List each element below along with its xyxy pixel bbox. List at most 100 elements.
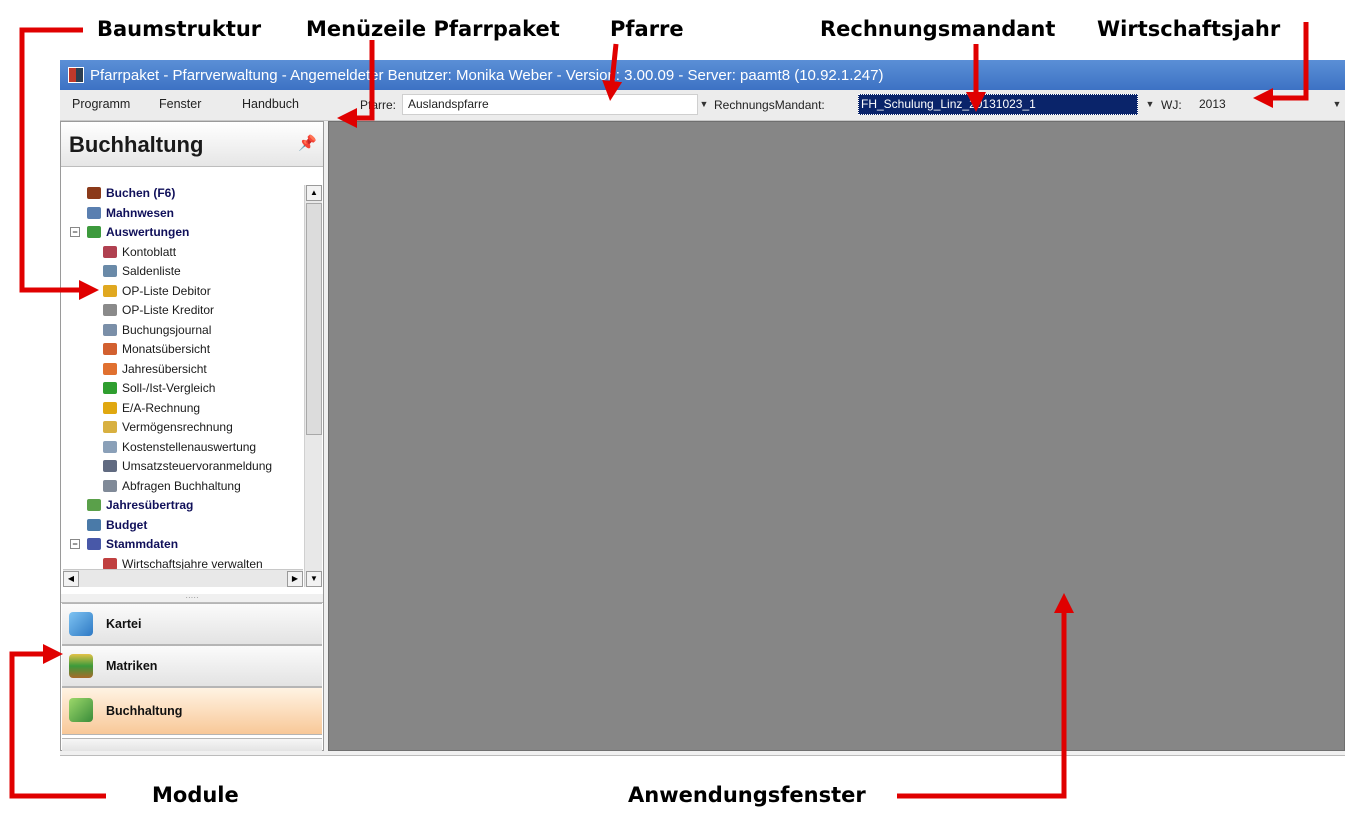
menu-programm[interactable]: Programm: [72, 97, 130, 111]
tree-item-label: E/A-Rechnung: [122, 400, 201, 415]
collapse-icon[interactable]: −: [70, 539, 80, 549]
pen-icon: [103, 245, 117, 258]
wj-dropdown-icon[interactable]: ▼: [1330, 94, 1344, 115]
database-icon: [87, 538, 101, 550]
scroll-right-icon[interactable]: ▶: [287, 571, 303, 587]
annotation-module: Module: [152, 783, 239, 807]
collapse-icon[interactable]: −: [70, 227, 80, 237]
tree-item[interactable]: Jahresübersicht: [103, 360, 207, 378]
menu-handbuch[interactable]: Handbuch: [242, 97, 299, 111]
chart-icon: [87, 226, 101, 238]
tree-item[interactable]: Saldenliste: [103, 262, 181, 280]
eye-icon: [87, 206, 101, 219]
tree-item-label: Monatsübersicht: [122, 342, 211, 356]
tree-item[interactable]: Mahnwesen: [87, 204, 174, 222]
wj-label: WJ:: [1161, 98, 1182, 112]
title-bar[interactable]: Pfarrpaket - Pfarrverwaltung - Angemelde…: [60, 60, 1345, 90]
tree-item[interactable]: OP-Liste Debitor: [103, 282, 211, 300]
tree-item[interactable]: Kontoblatt: [103, 243, 176, 261]
tree-item[interactable]: Umsatzsteuervoranmeldung: [103, 457, 272, 475]
pfarre-label: Pfarre:: [360, 98, 397, 112]
module-label: Buchhaltung: [106, 704, 183, 718]
tree-vertical-scrollbar[interactable]: ▲ ▼: [304, 185, 322, 587]
scroll-thumb[interactable]: [306, 203, 322, 435]
transfer-icon: [87, 499, 101, 511]
folder-gray-icon: [103, 304, 117, 316]
annotation-anwendungsfenster: Anwendungsfenster: [628, 783, 866, 807]
wj-select[interactable]: 2013: [1193, 94, 1333, 115]
menu-fenster[interactable]: Fenster: [159, 97, 201, 111]
book-icon: [87, 187, 101, 199]
pfarre-dropdown-icon[interactable]: ▼: [697, 94, 711, 115]
tree-item[interactable]: − Auswertungen: [70, 223, 190, 241]
percent-icon: [103, 460, 117, 472]
tree-item[interactable]: Buchungsjournal: [103, 321, 211, 339]
tree-item-label: Stammdaten: [106, 537, 179, 551]
mandant-dropdown-icon[interactable]: ▼: [1143, 94, 1157, 115]
tree-item[interactable]: E/A-Rechnung: [103, 399, 200, 417]
scroll-down-icon[interactable]: ▼: [306, 571, 322, 587]
module-label: Kartei: [106, 617, 142, 631]
calendar-icon: [103, 343, 117, 355]
application-workspace[interactable]: [328, 121, 1345, 751]
module-label: Matriken: [106, 659, 158, 673]
pin-icon[interactable]: 📌: [298, 134, 317, 152]
tree-item-label: Kostenstellenauswertung: [122, 439, 257, 454]
matriken-icon: [69, 654, 93, 678]
tree-item[interactable]: OP-Liste Kreditor: [103, 301, 214, 319]
scroll-up-icon[interactable]: ▲: [306, 185, 322, 201]
coin-icon: [103, 401, 117, 414]
tree-item-label: Saldenliste: [122, 264, 181, 278]
scale-icon: [103, 265, 117, 277]
tree-item[interactable]: Monatsübersicht: [103, 340, 210, 358]
tree-item-label: Budget: [106, 517, 148, 532]
tree-item-label: Umsatzsteuervoranmeldung: [122, 459, 273, 473]
mandant-label: RechnungsMandant:: [714, 98, 825, 112]
panel-title: Buchhaltung: [69, 132, 204, 157]
check-icon: [103, 382, 117, 394]
module-matriken[interactable]: Matriken: [62, 645, 322, 687]
tree-item-label: Mahnwesen: [106, 205, 175, 220]
tree-item-label: Kontoblatt: [122, 244, 177, 259]
tree-item-label: Vermögensrechnung: [122, 420, 233, 434]
tree-item-label: Jahresübersicht: [122, 361, 207, 376]
calendar-red-icon: [103, 362, 117, 375]
tree-item-label: Soll-/Ist-Vergleich: [122, 381, 216, 395]
tree-item[interactable]: − Stammdaten: [70, 535, 179, 553]
tree-item-label: Abfragen Buchhaltung: [122, 478, 241, 493]
tree-item-label: OP-Liste Debitor: [122, 283, 211, 298]
folder-icon: [103, 284, 117, 297]
tree-item[interactable]: Budget: [87, 516, 147, 534]
tree-item[interactable]: Soll-/Ist-Vergleich: [103, 379, 215, 397]
buchhaltung-icon: [69, 698, 93, 722]
budget-icon: [87, 518, 101, 531]
annotation-rechnungsmandant: Rechnungsmandant: [820, 17, 1056, 41]
tree-item[interactable]: Abfragen Buchhaltung: [103, 477, 241, 495]
tree-item-label: Buchungsjournal: [122, 322, 212, 337]
panel-header: Buchhaltung 📌: [61, 122, 323, 167]
tree-item-label: OP-Liste Kreditor: [122, 303, 215, 317]
annotation-wirtschaftsjahr: Wirtschaftsjahr: [1097, 17, 1281, 41]
tree-item[interactable]: Vermögensrechnung: [103, 418, 233, 436]
tree-item-label: Jahresübertrag: [106, 498, 194, 512]
module-buchhaltung[interactable]: Buchhaltung: [62, 687, 322, 735]
tree-item[interactable]: Buchen (F6): [87, 184, 175, 202]
app-logo-icon: [68, 67, 84, 83]
scroll-left-icon[interactable]: ◀: [63, 571, 79, 587]
annotation-baumstruktur: Baumstruktur: [97, 17, 262, 41]
navigation-panel: Buchhaltung 📌 Buchen (F6) Mahnwesen − Auswe…: [60, 121, 324, 751]
tree-item[interactable]: Jahresübertrag: [87, 496, 193, 514]
journal-icon: [103, 323, 117, 336]
tree-horizontal-scrollbar[interactable]: ◀ ▶: [63, 569, 303, 587]
calendar-day-icon: [103, 557, 117, 570]
bag-icon: [103, 421, 117, 433]
mandant-select[interactable]: FH_Schulung_Linz_20131023_1: [858, 94, 1138, 115]
tree-item[interactable]: Kostenstellenauswertung: [103, 438, 256, 456]
module-kartei[interactable]: Kartei: [62, 603, 322, 645]
tree-item-label: Auswertungen: [106, 225, 190, 239]
annotation-menuezeile: Menüzeile Pfarrpaket: [306, 17, 560, 41]
splitter-grip[interactable]: ·····: [61, 594, 323, 603]
tree-item-label: Buchen (F6): [106, 186, 176, 200]
pfarre-select[interactable]: Auslandspfarre: [402, 94, 698, 115]
module-area-empty: [62, 738, 322, 751]
